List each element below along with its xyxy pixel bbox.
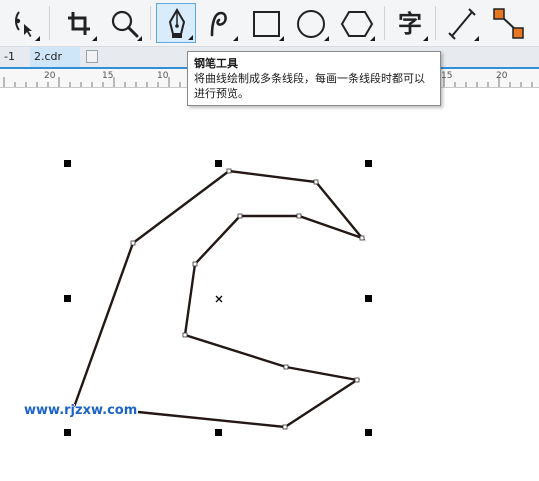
selection-handle-top-center[interactable] xyxy=(215,160,222,167)
ruler-label: 10 xyxy=(157,71,169,81)
shape-tool-button[interactable] xyxy=(2,3,42,43)
path-node[interactable] xyxy=(237,213,243,219)
path-node[interactable] xyxy=(354,377,360,383)
svg-text:字: 字 xyxy=(398,10,422,38)
selection-handle-bottom-right[interactable] xyxy=(365,429,372,436)
polygon-tool-button[interactable] xyxy=(337,3,377,43)
ruler-label: 20 xyxy=(44,71,56,81)
selection-handle-bottom-center[interactable] xyxy=(215,429,222,436)
zoom-tool-button[interactable] xyxy=(104,3,144,43)
toolbox: 字 xyxy=(0,0,539,47)
connector-icon xyxy=(493,8,524,39)
selection-handle-middle-right[interactable] xyxy=(365,295,372,302)
rectangle-tool-button[interactable] xyxy=(246,3,286,43)
artistic-media-tool-button[interactable] xyxy=(200,3,240,43)
selection-handle-top-right[interactable] xyxy=(365,160,372,167)
path-node[interactable] xyxy=(226,168,232,174)
pen-drawn-path[interactable] xyxy=(71,169,366,429)
ruler-label: 20 xyxy=(496,71,508,81)
selection-handle-top-left[interactable] xyxy=(64,160,71,167)
path-node[interactable] xyxy=(359,235,365,241)
selection-handle-middle-left[interactable] xyxy=(64,295,71,302)
drawing-canvas[interactable] xyxy=(0,88,539,481)
tab-2-cdr[interactable]: 2.cdr xyxy=(30,47,80,67)
text-tool-button[interactable]: 字 xyxy=(390,3,430,43)
watermark-text: www.rjzxw.com xyxy=(24,403,138,418)
tab-label: 2.cdr xyxy=(34,50,63,63)
ellipse-tool-button[interactable] xyxy=(291,3,331,43)
path-node[interactable] xyxy=(283,364,289,370)
pen-tool-tooltip: 钢笔工具 将曲线绘制成多条线段，每画一条线段时都可以进行预览。 xyxy=(187,51,441,106)
path-node[interactable] xyxy=(282,424,288,430)
crop-tool-button[interactable] xyxy=(59,3,99,43)
tooltip-body: 将曲线绘制成多条线段，每画一条线段时都可以进行预览。 xyxy=(194,72,425,100)
dimension-tool-button[interactable] xyxy=(441,3,481,43)
path-node[interactable] xyxy=(296,213,302,219)
selection-handle-bottom-left[interactable] xyxy=(64,429,71,436)
path-node[interactable] xyxy=(130,240,136,246)
path-node[interactable] xyxy=(192,261,198,267)
pen-tool-button[interactable] xyxy=(156,3,196,43)
ruler-label: 15 xyxy=(102,71,113,81)
center-x-marker[interactable] xyxy=(215,295,223,303)
path-nodes xyxy=(130,168,365,430)
new-document-tab-icon[interactable] xyxy=(86,50,98,63)
ruler-label: 15 xyxy=(441,71,452,81)
tooltip-title: 钢笔工具 xyxy=(194,57,238,70)
path-node[interactable] xyxy=(182,332,188,338)
path-node[interactable] xyxy=(313,179,319,185)
connector-tool-button[interactable] xyxy=(488,3,528,43)
tab-label: -1 xyxy=(4,50,15,63)
drawing-surface xyxy=(64,160,372,436)
tab-document-1[interactable]: -1 xyxy=(0,47,30,67)
